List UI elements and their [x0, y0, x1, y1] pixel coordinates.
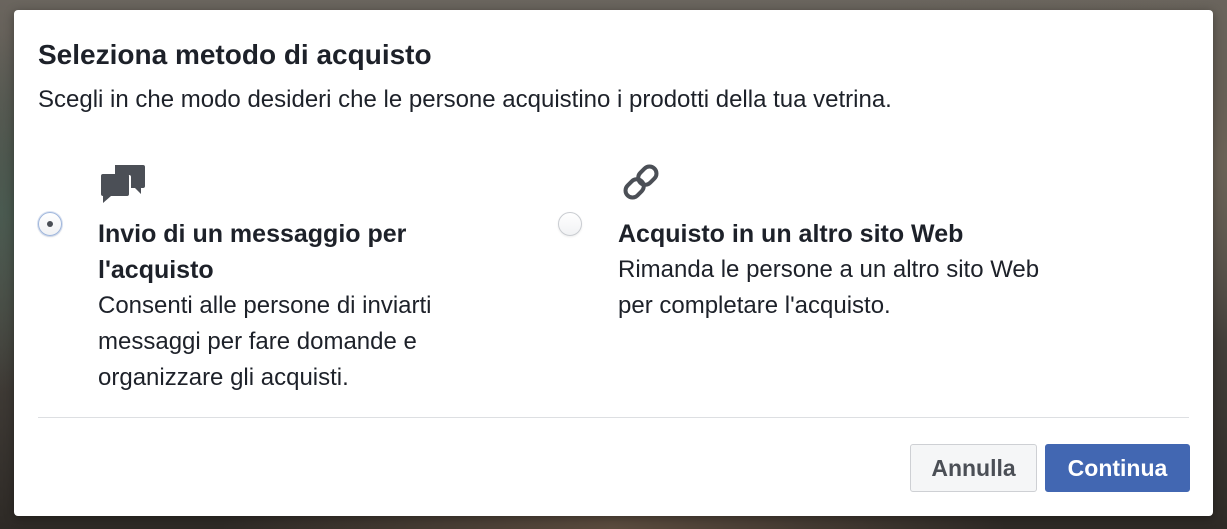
continue-button[interactable]: Continua: [1045, 444, 1190, 492]
purchase-method-dialog: Seleziona metodo di acquisto Scegli in c…: [14, 10, 1213, 516]
message-purchase-title: Invio di un messaggio per l'acquisto: [98, 220, 407, 284]
message-purchase-text: Invio di un messaggio per l'acquisto Con…: [98, 216, 528, 396]
external-website-title: Acquisto in un altro sito Web: [618, 220, 964, 248]
chat-bubbles-icon: [98, 160, 148, 206]
footer-divider: [38, 417, 1189, 418]
cancel-button[interactable]: Annulla: [910, 444, 1037, 492]
dialog-title: Seleziona metodo di acquisto: [38, 39, 432, 70]
link-icon: [618, 160, 668, 206]
radio-selected-dot: [47, 221, 53, 227]
external-website-radio[interactable]: [558, 212, 582, 236]
message-purchase-radio[interactable]: [38, 212, 62, 236]
external-website-description: Rimanda le persone a un altro sito Web p…: [618, 256, 1040, 319]
external-website-text: Acquisto in un altro sito Web Rimanda le…: [618, 216, 1068, 324]
message-purchase-description: Consenti alle persone di inviarti messag…: [98, 292, 432, 391]
dialog-subtitle: Scegli in che modo desideri che le perso…: [38, 86, 892, 113]
